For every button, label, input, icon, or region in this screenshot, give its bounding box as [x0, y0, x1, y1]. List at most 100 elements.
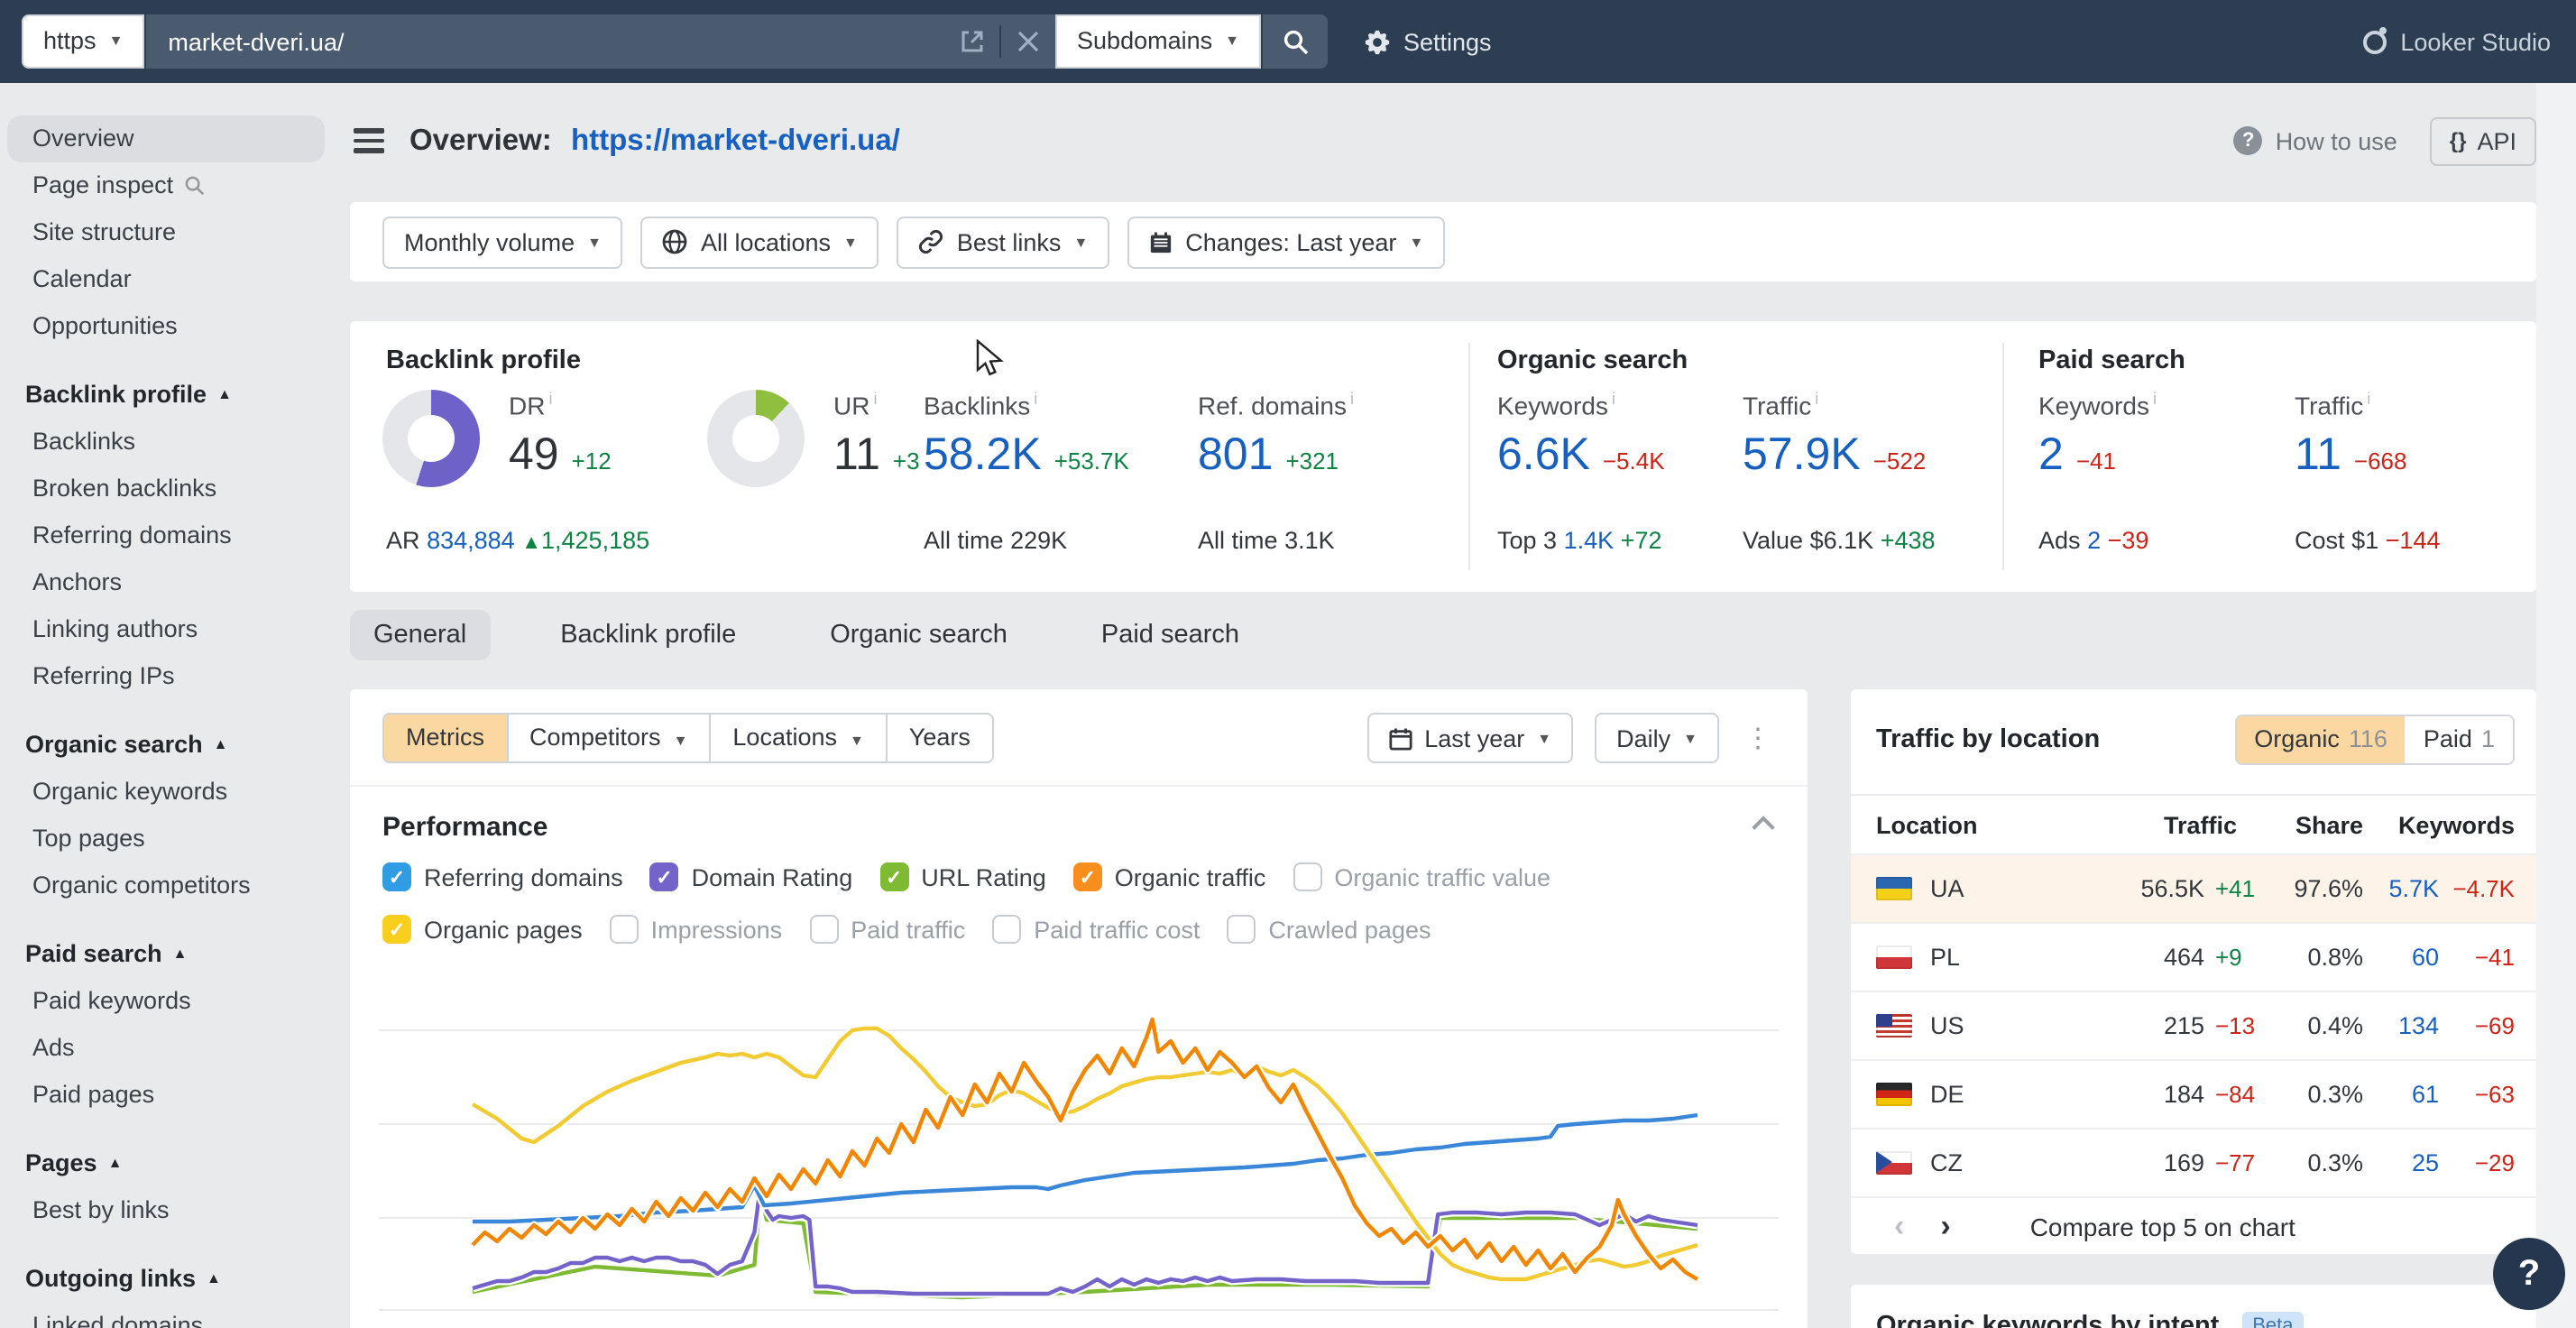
open-in-new-icon[interactable]	[945, 14, 999, 69]
performance-chart[interactable]	[379, 998, 1779, 1328]
checkbox-organic-pages[interactable]: ✓Organic pages	[382, 915, 583, 944]
sidebar-item-linking-authors[interactable]: Linking authors	[7, 606, 325, 653]
sidebar-item-referring-ips[interactable]: Referring IPs	[7, 653, 325, 700]
segment-locations[interactable]: Locations▼	[709, 713, 887, 763]
organic-search-title: Organic search	[1497, 346, 1688, 375]
looker-studio-link[interactable]: Looker Studio	[2362, 0, 2551, 83]
clear-icon[interactable]	[1001, 14, 1055, 69]
checkbox-organic-traffic-value[interactable]: Organic traffic value	[1293, 862, 1550, 891]
sidebar-item-paid-keywords[interactable]: Paid keywords	[7, 978, 325, 1025]
traffic-cell: 464	[2103, 944, 2204, 971]
sidebar-item-site-structure[interactable]: Site structure	[7, 209, 325, 256]
tab-general[interactable]: General	[350, 610, 490, 660]
location-row-de[interactable]: DE184−840.3%61−63	[1851, 1059, 2536, 1128]
how-to-use-label: How to use	[2276, 127, 2397, 154]
search-button[interactable]	[1263, 14, 1328, 69]
collapse-icon: ▲	[214, 722, 228, 769]
checkbox-domain-rating[interactable]: ✓Domain Rating	[650, 862, 853, 891]
segment-competitors[interactable]: Competitors▼	[506, 713, 711, 763]
help-fab-button[interactable]: ?	[2493, 1238, 2565, 1310]
checkbox-box	[1227, 915, 1256, 944]
sidebar-item-organic-keywords[interactable]: Organic keywords	[7, 769, 325, 816]
traffic-cell: 56.5K	[2103, 875, 2204, 902]
checkbox-paid-traffic[interactable]: Paid traffic	[809, 915, 965, 944]
settings-button[interactable]: Settings	[1364, 0, 1492, 83]
sidebar-section-backlink-profile[interactable]: Backlink profile▲	[0, 372, 343, 419]
sidebar-section-outgoing-links[interactable]: Outgoing links▲	[0, 1256, 343, 1303]
checkbox-impressions[interactable]: Impressions	[610, 915, 783, 944]
tab-organic-search[interactable]: Organic search	[806, 610, 1031, 660]
next-page-icon[interactable]: ›	[1922, 1208, 1968, 1244]
organic-keywords-metric: Keywordsi 6.6K−5.4K Top 3 1.4K +72	[1497, 390, 1665, 481]
chevron-down-icon: ▼	[1683, 730, 1697, 746]
url-bar[interactable]: https ▼ market-dveri.ua/ Subdomains ▼	[22, 14, 1328, 69]
location-cell: DE	[1876, 1081, 2103, 1108]
location-row-pl[interactable]: PL464+90.8%60−41	[1851, 922, 2536, 991]
toggle-label: Organic	[2254, 725, 2340, 752]
checkbox-label: Crawled pages	[1268, 916, 1431, 943]
toggle-paid[interactable]: Paid1	[2406, 716, 2513, 763]
checkbox-paid-traffic-cost[interactable]: Paid traffic cost	[992, 915, 1200, 944]
ur-metric: URi 11+3	[833, 390, 920, 481]
more-options-icon[interactable]: ⋮	[1741, 722, 1775, 754]
sidebar-item-top-pages[interactable]: Top pages	[7, 816, 325, 862]
sidebar-item-linked-domains[interactable]: Linked domains	[7, 1303, 325, 1328]
checkbox-crawled-pages[interactable]: Crawled pages	[1227, 915, 1431, 944]
location-row-ua[interactable]: UA56.5K+4197.6%5.7K−4.7K	[1851, 853, 2536, 922]
sidebar-section-paid-search[interactable]: Paid search▲	[0, 931, 343, 978]
sidebar-label: Organic keywords	[32, 769, 227, 816]
prev-page-icon[interactable]: ‹	[1876, 1208, 1922, 1244]
filter-best-links[interactable]: Best links▼	[897, 216, 1109, 268]
sidebar-item-page-inspect[interactable]: Page inspect	[7, 162, 325, 209]
segment-years[interactable]: Years	[886, 713, 994, 763]
filter-label: All locations	[701, 228, 831, 255]
sidebar-item-best-by-links[interactable]: Best by links	[7, 1187, 325, 1234]
sidebar-item-referring-domains[interactable]: Referring domains	[7, 512, 325, 559]
target-url-link[interactable]: https://market-dveri.ua/	[571, 124, 900, 156]
url-input[interactable]: market-dveri.ua/	[146, 28, 945, 55]
checkbox-url-rating[interactable]: ✓URL Rating	[879, 862, 1046, 891]
traffic-table-footer: ‹ › Compare top 5 on chart	[1851, 1196, 2536, 1254]
checkbox-organic-traffic[interactable]: ✓Organic traffic	[1073, 862, 1266, 891]
filter-monthly-volume[interactable]: Monthly volume▼	[382, 216, 623, 268]
filter-changes-last-year[interactable]: Changes: Last year▼	[1127, 216, 1445, 268]
date-range-button[interactable]: Last year ▼	[1366, 713, 1573, 763]
sidebar-item-anchors[interactable]: Anchors	[7, 559, 325, 606]
gear-icon	[1364, 28, 1391, 55]
granularity-button[interactable]: Daily ▼	[1595, 713, 1719, 763]
filter-all-locations[interactable]: All locations▼	[641, 216, 879, 268]
tab-backlink-profile[interactable]: Backlink profile	[537, 610, 759, 660]
location-row-cz[interactable]: CZ169−770.3%25−29	[1851, 1128, 2536, 1196]
performance-title: Performance	[382, 812, 547, 843]
location-row-us[interactable]: US215−130.4%134−69	[1851, 991, 2536, 1059]
organic-traffic-metric: Traffici 57.9K−522 Value $6.1K +438	[1743, 390, 1926, 481]
sidebar-section-pages[interactable]: Pages▲	[0, 1140, 343, 1187]
keywords-delta-cell: −4.7K	[2439, 875, 2515, 902]
subdomains-select[interactable]: Subdomains ▼	[1055, 14, 1261, 69]
sidebar-section-organic-search[interactable]: Organic search▲	[0, 722, 343, 769]
scrollbar-track[interactable]	[2536, 83, 2576, 1328]
sidebar-item-overview[interactable]: Overview	[7, 115, 325, 162]
sidebar-item-paid-pages[interactable]: Paid pages	[7, 1072, 325, 1119]
tab-paid-search[interactable]: Paid search	[1078, 610, 1263, 660]
traffic-delta-cell: +9	[2204, 944, 2269, 971]
keywords-delta-cell: −63	[2439, 1081, 2515, 1108]
sidebar-item-ads[interactable]: Ads	[7, 1025, 325, 1072]
braces-icon: {}	[2450, 128, 2467, 153]
url-protocol-select[interactable]: https ▼	[22, 14, 144, 69]
sidebar-item-backlinks[interactable]: Backlinks	[7, 419, 325, 466]
sidebar-item-organic-competitors[interactable]: Organic competitors	[7, 862, 325, 909]
menu-icon[interactable]	[354, 129, 384, 153]
sidebar-item-calendar[interactable]: Calendar	[7, 256, 325, 303]
filter-label: Monthly volume	[404, 228, 575, 255]
checkbox-referring-domains[interactable]: ✓Referring domains	[382, 862, 623, 891]
collapse-icon[interactable]	[1752, 816, 1774, 838]
segment-metrics[interactable]: Metrics	[382, 713, 508, 763]
compare-top5-link[interactable]: Compare top 5 on chart	[2030, 1212, 2295, 1240]
how-to-use-link[interactable]: ? How to use	[2234, 126, 2397, 155]
api-button[interactable]: {} API	[2430, 116, 2536, 165]
toggle-organic[interactable]: Organic116	[2236, 716, 2406, 763]
sidebar-item-opportunities[interactable]: Opportunities	[7, 303, 325, 350]
calendar-icon	[1388, 726, 1412, 750]
sidebar-item-broken-backlinks[interactable]: Broken backlinks	[7, 466, 325, 512]
